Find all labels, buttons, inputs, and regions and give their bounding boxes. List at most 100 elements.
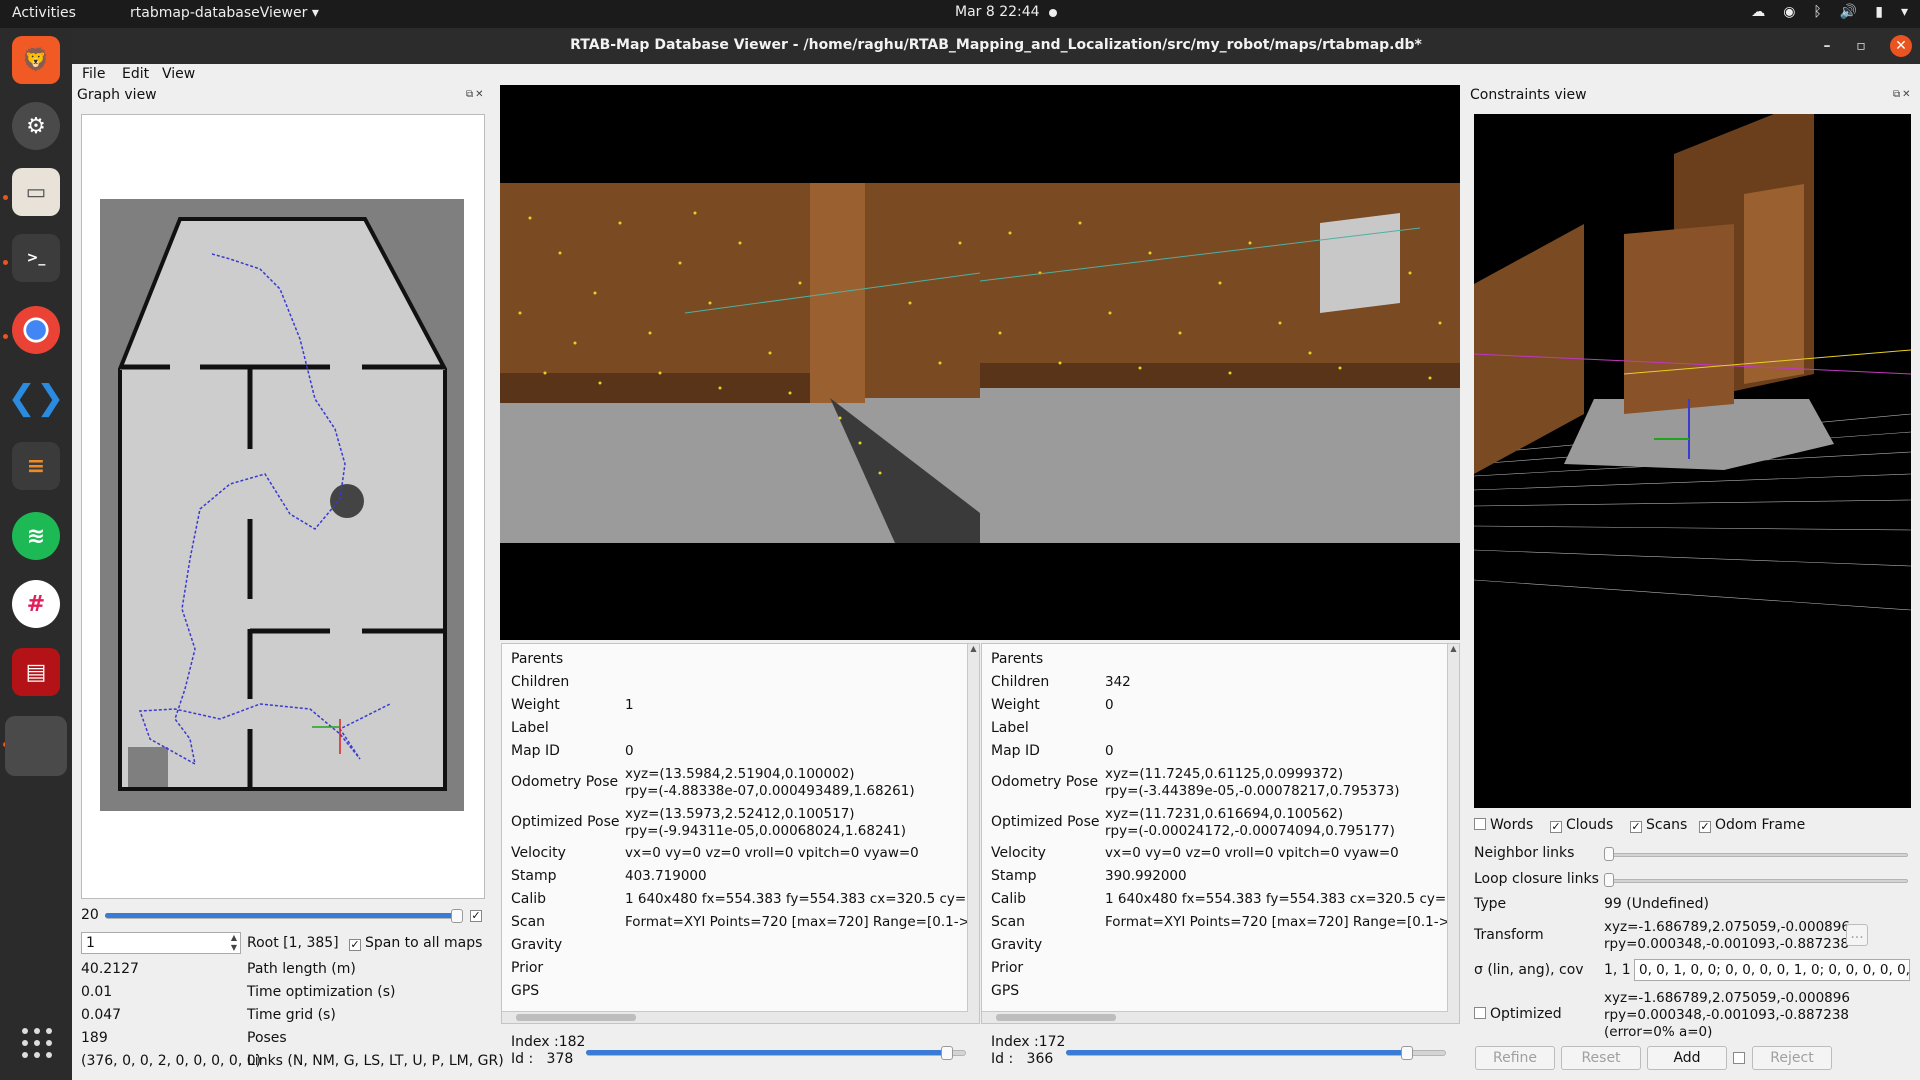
add-button[interactable]: Add (1647, 1046, 1727, 1070)
node-info-right[interactable]: Parents Children 342 Weight 0 Label Map … (981, 643, 1460, 1024)
reset-button[interactable]: Reset (1561, 1046, 1641, 1070)
check-icon: ✓ (1630, 820, 1642, 833)
terminal-icon[interactable]: >_ (12, 234, 60, 282)
cloud-icon: ☁ (1751, 4, 1766, 20)
info-label: Stamp (991, 868, 1037, 884)
show-applications-icon[interactable] (22, 1028, 52, 1058)
info-label: Odometry Pose (511, 774, 619, 790)
index-slider-left-handle[interactable] (941, 1046, 953, 1060)
chrome-icon[interactable] (12, 306, 60, 354)
wifi-icon: ◉ (1783, 4, 1796, 20)
graph-slider-fill (105, 913, 455, 918)
info-label: Scan (511, 914, 546, 930)
optimized-label: Optimized (1490, 1006, 1562, 1022)
graph-slider-handle[interactable] (451, 909, 463, 923)
odom-frame-label: Odom Frame (1715, 817, 1806, 833)
running-indicator (3, 260, 8, 265)
neighbor-links-handle[interactable] (1604, 847, 1614, 861)
info-label: Scan (991, 914, 1026, 930)
odom-frame-checkbox[interactable]: ✓ Odom Frame (1699, 817, 1805, 833)
sublime-icon[interactable]: ≡ (12, 442, 60, 490)
minimize-icon[interactable]: – (1816, 35, 1838, 57)
info-value: 390.992000 (1105, 868, 1187, 884)
scans-checkbox[interactable]: ✓ Scans (1630, 817, 1687, 833)
app-menu[interactable]: rtabmap-databaseViewer ▾ (130, 5, 319, 21)
index-slider-right-handle[interactable] (1401, 1046, 1413, 1060)
info-value: xyz=(11.7245,0.61125,0.0999372) (1105, 766, 1344, 782)
span-all-maps-checkbox[interactable]: ✓ Span to all maps (349, 935, 482, 951)
menu-bar: File Edit View (72, 64, 1920, 86)
vscode-icon[interactable]: ❮❯ (8, 374, 65, 422)
menu-view[interactable]: View (162, 66, 195, 82)
activities-button[interactable]: Activities (12, 5, 76, 21)
refine-button[interactable]: Refine (1475, 1046, 1555, 1070)
info-value: 1 640x480 fx=554.383 fy=554.383 cx=320.5… (625, 891, 967, 907)
right-camera-image[interactable] (980, 183, 1460, 543)
constraints-3d-view[interactable] (1474, 114, 1911, 808)
dock-float-close-icon[interactable]: ⧉✕ (1893, 89, 1913, 100)
index-label: Index : (511, 1034, 559, 1050)
spotify-icon[interactable]: ≋ (12, 512, 60, 560)
brave-icon[interactable]: 🦁 (12, 36, 60, 84)
slack-icon[interactable]: # (12, 580, 60, 628)
reject-checkbox[interactable] (1733, 1051, 1749, 1067)
words-checkbox[interactable]: Words (1474, 817, 1533, 833)
info-value: 0 (625, 743, 634, 759)
window-titlebar: RTAB-Map Database Viewer - /home/raghu/R… (72, 28, 1920, 64)
occupancy-grid-map[interactable] (100, 199, 464, 811)
id-left: Id : 378 (511, 1051, 573, 1067)
clouds-checkbox[interactable]: ✓ Clouds (1550, 817, 1613, 833)
sigma-value: 1, 1 (1604, 962, 1631, 978)
active-app-icon[interactable] (5, 716, 67, 776)
menu-edit[interactable]: Edit (122, 66, 149, 82)
info-label: Weight (991, 697, 1040, 713)
vertical-scrollbar[interactable]: ▲ (1447, 644, 1459, 1023)
info-value: rpy=(-4.88338e-07,0.000493489,1.68261) (625, 783, 915, 799)
volume-icon: 🔊 (1839, 4, 1858, 20)
graph-slider-checkbox[interactable]: ✓ (470, 906, 486, 922)
covariance-field[interactable]: 0, 0, 1, 0, 0; 0, 0, 0, 0, 1, 0; 0, 0, 0… (1634, 959, 1910, 981)
window-title: RTAB-Map Database Viewer - /home/raghu/R… (570, 37, 1422, 53)
scans-label: Scans (1646, 817, 1688, 833)
id-right: Id : 366 (991, 1051, 1053, 1067)
info-label: Velocity (991, 845, 1046, 861)
vertical-scrollbar[interactable]: ▲ (967, 644, 979, 1023)
close-icon[interactable]: ✕ (1890, 35, 1912, 57)
optimized-checkbox[interactable]: Optimized (1474, 1006, 1562, 1022)
system-tray[interactable]: ☁ ◉ ᛒ 🔊 ▮ ▾ (1751, 4, 1908, 20)
reject-button[interactable]: Reject (1752, 1046, 1832, 1070)
info-label: GPS (991, 983, 1020, 999)
left-camera-image[interactable] (500, 183, 980, 543)
rtabmap-icon[interactable]: ▤ (12, 648, 60, 696)
horizontal-scrollbar[interactable] (502, 1011, 968, 1023)
neighbor-links-label: Neighbor links (1474, 845, 1575, 861)
transform-value: xyz=-1.686789,2.075059,-0.000896 (1604, 919, 1850, 935)
settings-icon[interactable]: ⚙ (12, 102, 60, 150)
spin-arrows-icon[interactable]: ▲ ▼ (227, 933, 241, 953)
info-label: Calib (511, 891, 547, 907)
loop-closure-slider[interactable] (1606, 879, 1908, 883)
menu-file[interactable]: File (82, 66, 105, 82)
info-value: Format=XYI Points=720 [max=720] Range=[0… (625, 914, 967, 930)
clock[interactable]: Mar 8 22:44 (955, 4, 1040, 20)
stat-label: Poses (247, 1030, 287, 1046)
stat-label: Path length (m) (247, 961, 356, 977)
check-icon: ✓ (1699, 820, 1711, 833)
check-icon: ✓ (1550, 820, 1562, 833)
dock-float-close-icon[interactable]: ⧉✕ (466, 89, 486, 100)
transform-edit-button[interactable]: ... (1846, 924, 1868, 946)
index-value: 172 (1038, 1034, 1066, 1050)
stat-value: (376, 0, 0, 2, 0, 0, 0, 0, 0) (81, 1053, 262, 1069)
id-label: Id : (991, 1051, 1014, 1067)
info-value: xyz=(13.5973,2.52412,0.100517) (625, 806, 855, 822)
files-icon[interactable]: ▭ (12, 168, 60, 216)
horizontal-scrollbar[interactable] (982, 1011, 1448, 1023)
maximize-icon[interactable]: ▫ (1850, 35, 1872, 57)
node-info-left[interactable]: Parents Children Weight 1 Label Map ID 0… (501, 643, 980, 1024)
power-menu-icon: ▾ (1900, 4, 1908, 20)
loop-closure-handle[interactable] (1604, 873, 1614, 887)
root-spinbox[interactable]: 1 (81, 932, 241, 954)
stat-value: 0.01 (81, 984, 113, 1000)
stat-label: Time optimization (s) (247, 984, 396, 1000)
neighbor-links-slider[interactable] (1606, 853, 1908, 857)
